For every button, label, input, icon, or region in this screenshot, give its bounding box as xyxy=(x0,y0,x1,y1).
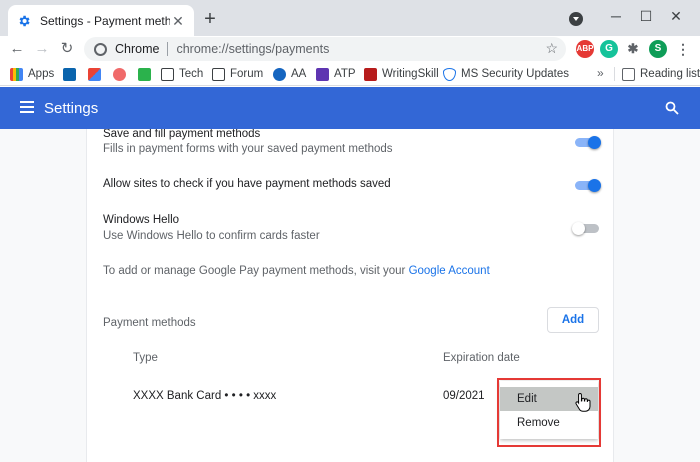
bookmarks-divider xyxy=(614,67,615,81)
bookmark-label: MS Security Updates xyxy=(461,68,570,80)
google-account-link[interactable]: Google Account xyxy=(409,265,490,277)
bookmark-apps[interactable]: Apps xyxy=(10,66,54,82)
browser-toolbar: ← → ↻ Chrome chrome://settings/payments … xyxy=(0,36,700,62)
card-expiration: 09/2021 xyxy=(443,390,485,402)
column-header-type: Type xyxy=(133,352,158,364)
shield-icon xyxy=(443,67,456,81)
bookmark-writingskill[interactable]: WritingSkill xyxy=(364,66,439,82)
column-header-expiration: Expiration date xyxy=(443,352,520,364)
bookmark-label: WritingSkill xyxy=(382,68,439,80)
search-icon[interactable] xyxy=(665,101,679,115)
windows-hello-description: Use Windows Hello to confirm cards faste… xyxy=(103,230,320,242)
bookmarks-bar: Apps Tech Forum AA ATP WritingSkill MS S… xyxy=(0,62,700,86)
save-fill-title: Save and fill payment methods xyxy=(103,129,261,140)
atp-logo-icon xyxy=(316,67,329,81)
site-label: Chrome xyxy=(115,42,160,56)
bookmark-label: Apps xyxy=(28,68,55,80)
bookmark-ms-security[interactable]: MS Security Updates xyxy=(443,66,569,82)
allow-check-title: Allow sites to check if you have payment… xyxy=(103,178,391,190)
tab-search-icon[interactable] xyxy=(569,12,583,26)
gmail-icon xyxy=(88,67,101,81)
bookmark-label: Tech xyxy=(179,68,204,80)
reload-icon[interactable]: ↻ xyxy=(56,38,78,60)
it-logo-icon xyxy=(161,67,174,81)
google-pay-message: To add or manage Google Pay payment meth… xyxy=(103,265,409,277)
aa-logo-icon xyxy=(273,67,286,81)
google-pay-text: To add or manage Google Pay payment meth… xyxy=(103,265,490,277)
forward-icon[interactable]: → xyxy=(31,38,53,60)
add-payment-button[interactable]: Add xyxy=(547,307,599,333)
bookmark-forum[interactable]: Forum xyxy=(212,66,263,82)
bookmark-outlook[interactable] xyxy=(63,66,81,82)
highlight-box xyxy=(497,378,601,447)
omnibox-divider xyxy=(167,42,169,56)
bookmark-feedly[interactable] xyxy=(138,66,156,82)
extensions-puzzle-icon[interactable]: ✱ xyxy=(624,40,642,58)
bookmark-asana[interactable] xyxy=(113,66,131,82)
tab-title: Settings - Payment methods xyxy=(40,13,170,28)
bookmark-aa[interactable]: AA xyxy=(273,66,306,82)
bookmark-gmail[interactable] xyxy=(88,66,106,82)
new-tab-button[interactable]: + xyxy=(200,9,220,30)
tab-settings[interactable]: Settings - Payment methods ✕ xyxy=(8,5,194,36)
save-fill-toggle[interactable] xyxy=(575,136,601,149)
card-type: XXXX Bank Card • • • • xxxx xyxy=(133,390,277,402)
reading-list-label: Reading list xyxy=(640,68,700,80)
profile-avatar[interactable]: S xyxy=(649,40,667,58)
grammarly-extension-icon[interactable]: G xyxy=(600,40,618,58)
settings-gear-icon xyxy=(16,13,32,29)
address-bar[interactable]: Chrome chrome://settings/payments ☆ xyxy=(84,37,566,61)
back-icon[interactable]: ← xyxy=(6,38,28,60)
bookmark-label: Forum xyxy=(230,68,264,80)
bookmark-tech[interactable]: Tech xyxy=(161,66,203,82)
allow-check-toggle[interactable] xyxy=(575,179,601,192)
adblock-extension-icon[interactable]: ABP xyxy=(576,40,594,58)
menu-kebab-icon[interactable]: ⋮ xyxy=(674,40,692,58)
outlook-icon xyxy=(63,67,76,81)
close-window-button[interactable]: ✕ xyxy=(664,6,688,26)
bookmark-star-icon[interactable]: ☆ xyxy=(545,40,558,57)
page-title: Settings xyxy=(44,100,99,117)
minimize-button[interactable]: ─ xyxy=(604,6,628,26)
reading-list-button[interactable]: Reading list xyxy=(622,66,700,82)
reading-list-icon xyxy=(622,67,635,81)
bookmark-atp[interactable]: ATP xyxy=(316,66,356,82)
windows-hello-toggle[interactable] xyxy=(572,222,599,235)
writingskill-logo-icon xyxy=(364,67,377,81)
bookmarks-overflow-chevron[interactable]: » xyxy=(597,66,604,80)
hamburger-menu-icon[interactable] xyxy=(20,101,34,113)
chrome-site-icon xyxy=(94,42,107,56)
save-fill-description: Fills in payment forms with your saved p… xyxy=(103,143,393,155)
it-logo-icon xyxy=(212,67,225,81)
tab-strip: Settings - Payment methods ✕ + ─ ☐ ✕ xyxy=(0,0,700,36)
apps-grid-icon xyxy=(10,67,23,81)
tab-close-icon[interactable]: ✕ xyxy=(170,13,186,29)
settings-header: Settings xyxy=(0,87,700,129)
windows-hello-title: Windows Hello xyxy=(103,214,180,226)
payment-methods-heading: Payment methods xyxy=(103,317,196,329)
asana-icon xyxy=(113,67,126,81)
bookmark-label: AA xyxy=(291,68,307,80)
url-text[interactable]: chrome://settings/payments xyxy=(176,42,329,56)
maximize-button[interactable]: ☐ xyxy=(634,6,658,26)
feedly-icon xyxy=(138,67,151,81)
hand-cursor-icon xyxy=(575,392,591,412)
bookmark-label: ATP xyxy=(334,68,356,80)
